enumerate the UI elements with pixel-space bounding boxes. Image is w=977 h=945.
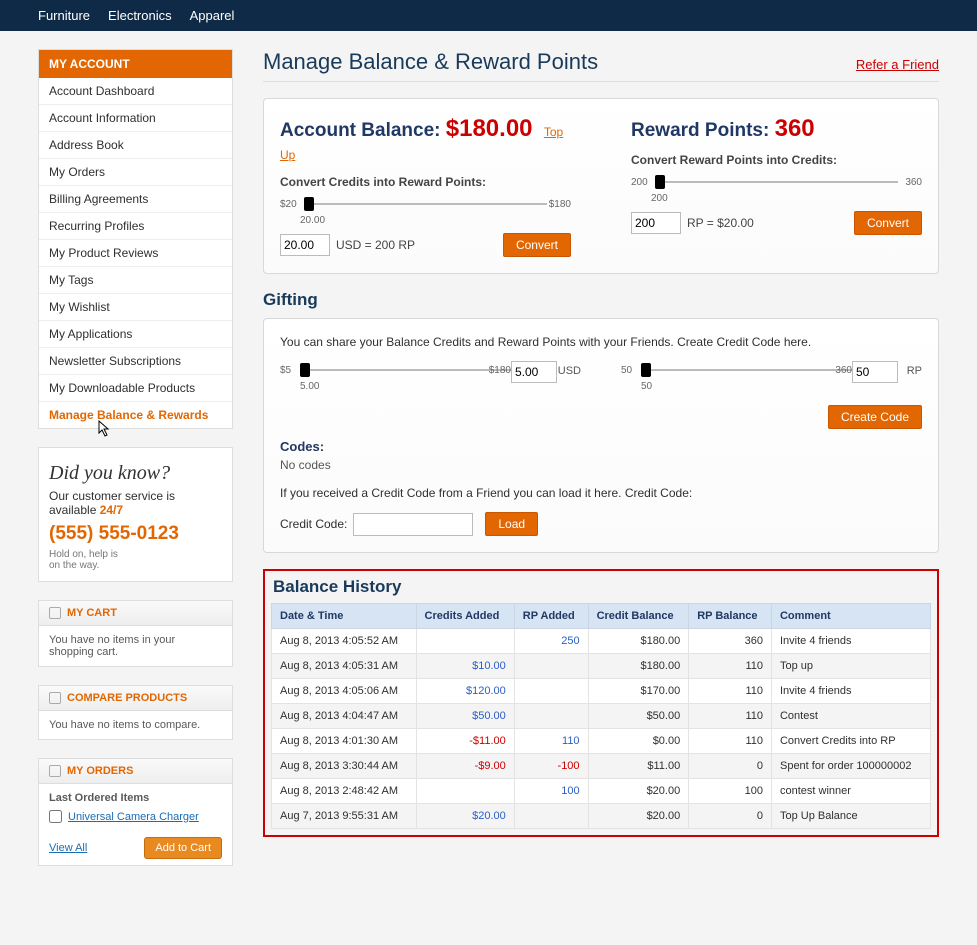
gift-credits-handle[interactable]	[300, 363, 310, 377]
my-account-title: MY ACCOUNT	[39, 50, 232, 78]
table-row: Aug 8, 2013 3:30:44 AM-$9.00-100$11.000S…	[272, 754, 931, 779]
credits-slider[interactable]: $20 $180 20.00	[280, 193, 571, 227]
credits-eq: USD = 200 RP	[336, 238, 415, 252]
history-table: Date & TimeCredits AddedRP AddedCredit B…	[271, 603, 931, 829]
nav-my-orders[interactable]: My Orders	[39, 159, 232, 185]
create-code-button[interactable]: Create Code	[828, 405, 922, 429]
my-account-panel: MY ACCOUNT Account DashboardAccount Info…	[38, 49, 233, 429]
convert-credits-label: Convert Credits into Reward Points:	[280, 175, 571, 189]
promo-small: Hold on, help ison the way.	[49, 549, 222, 571]
col-header: Credit Balance	[588, 604, 689, 629]
order-item-check[interactable]	[49, 810, 62, 823]
promo-headline: Did you know?	[49, 462, 222, 485]
receive-text: If you received a Credit Code from a Fri…	[280, 486, 922, 500]
gift-credits-input[interactable]	[511, 361, 557, 383]
orders-panel: MY ORDERS Last Ordered Items Universal C…	[38, 758, 233, 866]
nav-my-product-reviews[interactable]: My Product Reviews	[39, 240, 232, 266]
cart-title: MY CART	[67, 607, 117, 619]
no-codes: No codes	[280, 458, 922, 472]
orders-icon	[49, 765, 61, 777]
gift-rp-input[interactable]	[852, 361, 898, 383]
table-row: Aug 8, 2013 4:01:30 AM-$11.00110$0.00110…	[272, 729, 931, 754]
nav-address-book[interactable]: Address Book	[39, 132, 232, 158]
convert-credits-button[interactable]: Convert	[503, 233, 571, 257]
convert-rp-button[interactable]: Convert	[854, 211, 922, 235]
col-header: RP Added	[514, 604, 588, 629]
orders-title: MY ORDERS	[67, 765, 133, 777]
codes-label: Codes:	[280, 439, 922, 454]
table-row: Aug 8, 2013 4:04:47 AM$50.00$50.00110Con…	[272, 704, 931, 729]
history-title: Balance History	[273, 577, 931, 597]
nav-my-tags[interactable]: My Tags	[39, 267, 232, 293]
promo-line: Our customer service isavailable 24/7	[49, 489, 222, 517]
cart-panel: MY CART You have no items in your shoppi…	[38, 600, 233, 667]
nav-account-dashboard[interactable]: Account Dashboard	[39, 78, 232, 104]
balance-history: Balance History Date & TimeCredits Added…	[263, 569, 939, 837]
compare-empty: You have no items to compare.	[39, 711, 232, 739]
convert-rp-label: Convert Reward Points into Credits:	[631, 153, 922, 167]
table-row: Aug 7, 2013 9:55:31 AM$20.00$20.000Top U…	[272, 804, 931, 829]
table-row: Aug 8, 2013 4:05:52 AM250$180.00360Invit…	[272, 629, 931, 654]
cart-empty: You have no items in your shopping cart.	[39, 626, 232, 666]
cart-icon	[49, 607, 61, 619]
credits-input[interactable]	[280, 234, 330, 256]
top-nav: Furniture Electronics Apparel	[0, 0, 977, 31]
account-balance-value: $180.00	[446, 115, 533, 142]
load-button[interactable]: Load	[485, 512, 538, 536]
col-header: Comment	[771, 604, 930, 629]
nav-my-wishlist[interactable]: My Wishlist	[39, 294, 232, 320]
col-header: RP Balance	[689, 604, 772, 629]
rp-slider-handle[interactable]	[655, 175, 665, 189]
nav-furniture[interactable]: Furniture	[38, 8, 90, 23]
nav-electronics[interactable]: Electronics	[108, 8, 172, 23]
promo-panel: Did you know? Our customer service isava…	[38, 447, 233, 582]
gift-credits-slider[interactable]: $5 $180 5.00 USD	[280, 359, 581, 393]
nav-account-information[interactable]: Account Information	[39, 105, 232, 131]
table-row: Aug 8, 2013 2:48:42 AM100$20.00100contes…	[272, 779, 931, 804]
col-header: Date & Time	[272, 604, 417, 629]
compare-icon	[49, 692, 61, 704]
nav-billing-agreements[interactable]: Billing Agreements	[39, 186, 232, 212]
last-ordered-label: Last Ordered Items	[49, 792, 149, 804]
nav-apparel[interactable]: Apparel	[190, 8, 235, 23]
table-row: Aug 8, 2013 4:05:06 AM$120.00$170.00110I…	[272, 679, 931, 704]
reward-points-value: 360	[775, 115, 815, 142]
gifting-title: Gifting	[263, 290, 939, 310]
gifting-intro: You can share your Balance Credits and R…	[280, 335, 922, 349]
orders-view-all[interactable]: View All	[49, 842, 87, 854]
table-row: Aug 8, 2013 4:05:31 AM$10.00$180.00110To…	[272, 654, 931, 679]
rp-input[interactable]	[631, 212, 681, 234]
credits-slider-handle[interactable]	[304, 197, 314, 211]
cursor-icon	[95, 420, 111, 443]
page-title: Manage Balance & Reward Points	[263, 49, 598, 75]
credit-code-input[interactable]	[353, 513, 473, 536]
nav-newsletter-subscriptions[interactable]: Newsletter Subscriptions	[39, 348, 232, 374]
compare-title: COMPARE PRODUCTS	[67, 692, 187, 704]
gift-rp-handle[interactable]	[641, 363, 651, 377]
gift-rp-slider[interactable]: 50 360 50 RP	[621, 359, 922, 393]
refer-friend-link[interactable]: Refer a Friend	[856, 57, 939, 72]
rp-eq: RP = $20.00	[687, 216, 754, 230]
col-header: Credits Added	[416, 604, 514, 629]
order-item-link[interactable]: Universal Camera Charger	[68, 811, 199, 823]
nav-manage-balance-rewards[interactable]: Manage Balance & Rewards	[39, 402, 232, 428]
nav-my-applications[interactable]: My Applications	[39, 321, 232, 347]
rp-slider[interactable]: 200 360 200	[631, 171, 922, 205]
nav-my-downloadable-products[interactable]: My Downloadable Products	[39, 375, 232, 401]
account-balance-label: Account Balance: $180.00 Top Up	[280, 115, 571, 165]
credit-code-label: Credit Code:	[280, 517, 347, 531]
add-to-cart-button[interactable]: Add to Cart	[144, 837, 222, 859]
reward-points-label: Reward Points: 360	[631, 115, 922, 143]
nav-recurring-profiles[interactable]: Recurring Profiles	[39, 213, 232, 239]
promo-phone: (555) 555-0123	[49, 523, 222, 545]
compare-panel: COMPARE PRODUCTS You have no items to co…	[38, 685, 233, 740]
